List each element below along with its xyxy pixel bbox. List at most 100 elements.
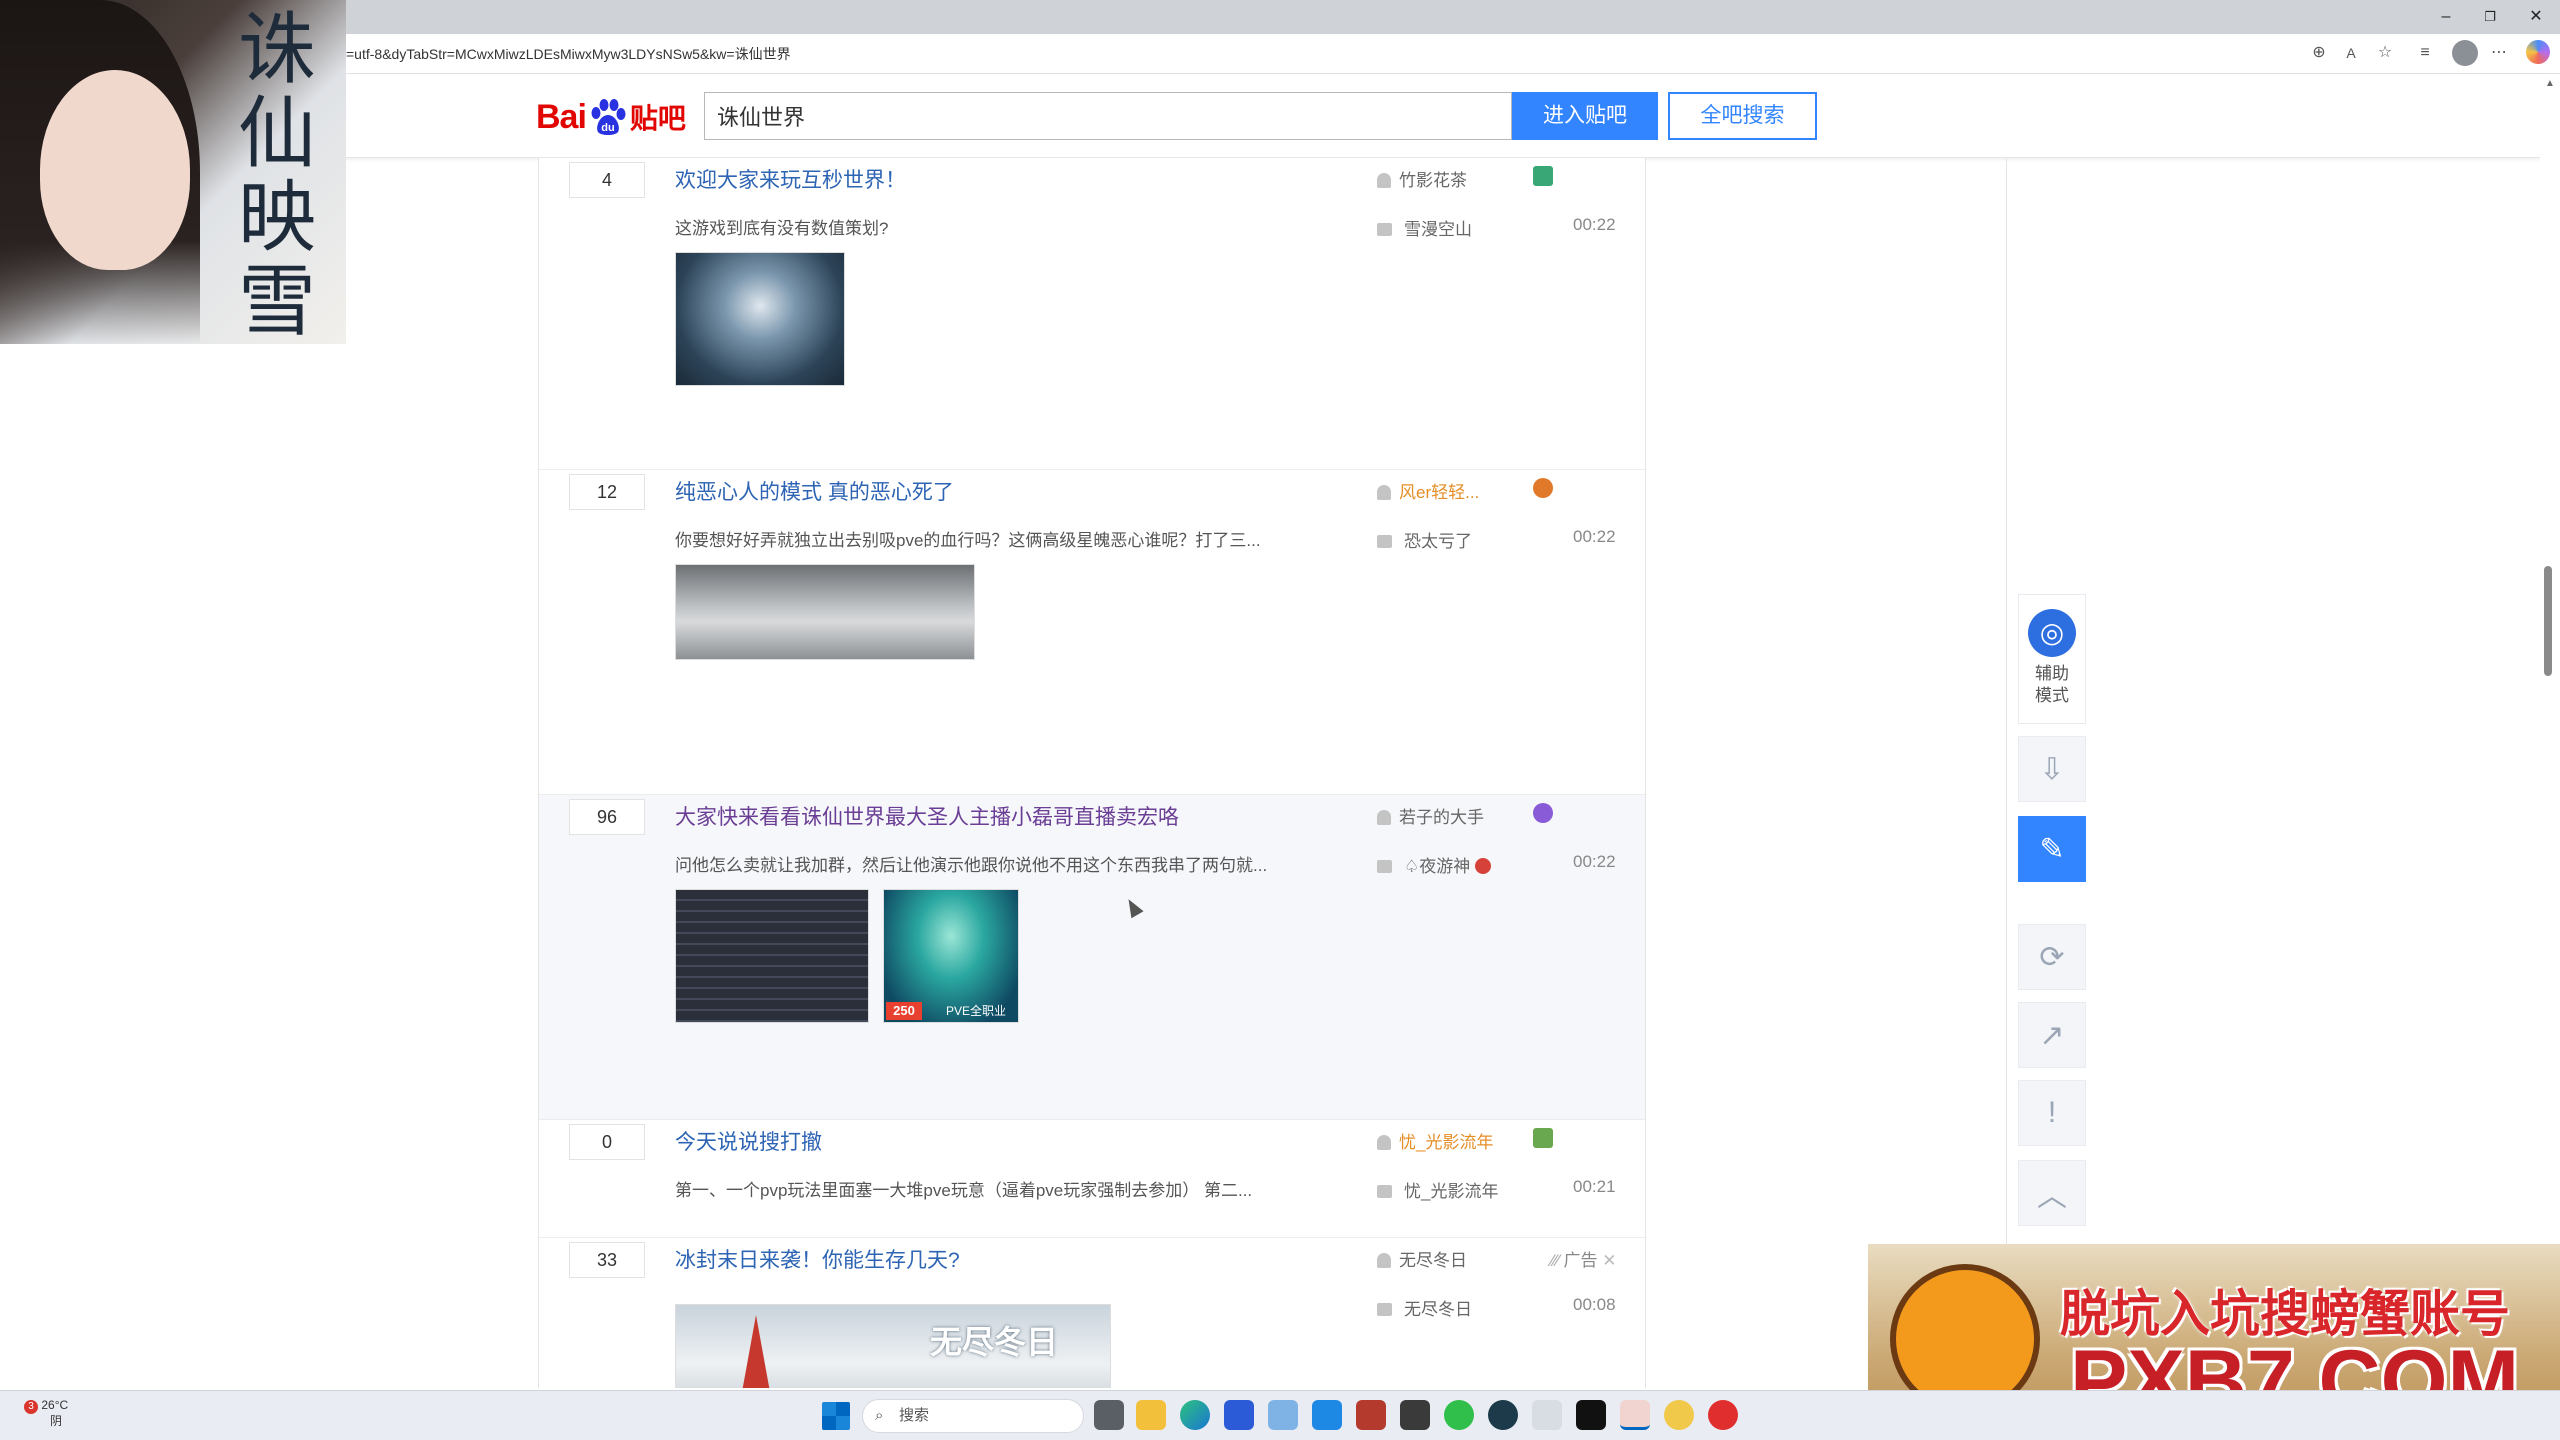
- app-icon[interactable]: [1312, 1400, 1342, 1430]
- thread-title[interactable]: 今天说说搜打撤: [675, 1126, 822, 1156]
- favorite-star-icon[interactable]: ☆: [2374, 42, 2396, 64]
- reply-bubble-icon: [1377, 223, 1392, 236]
- last-reply-user[interactable]: ♤夜游神: [1404, 857, 1470, 876]
- tiktok-icon[interactable]: [1576, 1400, 1606, 1430]
- store-icon[interactable]: [1224, 1400, 1254, 1430]
- wechat-icon[interactable]: [1444, 1400, 1474, 1430]
- ad-close-icon[interactable]: ✕: [1602, 1251, 1616, 1270]
- baidu-tieba-logo[interactable]: Bai du 贴吧: [536, 92, 686, 142]
- last-reply-user[interactable]: 无尽冬日: [1404, 1300, 1472, 1319]
- author-name[interactable]: 无尽冬日: [1399, 1251, 1467, 1270]
- task-view-icon[interactable]: [1094, 1400, 1124, 1430]
- file-explorer-icon[interactable]: [1136, 1400, 1166, 1430]
- ad-thumbnail[interactable]: 无尽冬日: [675, 1304, 1111, 1388]
- last-reply-user[interactable]: 雪漫空山: [1404, 220, 1472, 239]
- last-reply[interactable]: 无尽冬日: [1377, 1295, 1472, 1320]
- author-name[interactable]: 风er轻轻...: [1399, 483, 1479, 502]
- taskbar-search[interactable]: ⌕ 搜索: [862, 1399, 1084, 1433]
- last-reply[interactable]: 忧_光影流年: [1377, 1177, 1498, 1202]
- reply-bubble-icon: [1377, 535, 1392, 548]
- assist-mode-button[interactable]: ◎ 辅助 模式: [2018, 594, 2086, 724]
- read-aloud-icon[interactable]: A: [2340, 42, 2362, 64]
- capcut-icon[interactable]: [1400, 1400, 1430, 1430]
- thread-abstract: 第一、一个pvp玩法里面塞一大堆pve玩意（逼着pve玩家强制去参加） 第二..…: [675, 1181, 1253, 1200]
- search-all-button[interactable]: 全吧搜索: [1668, 92, 1817, 140]
- right-column-divider: [2006, 158, 2007, 1388]
- ad-marker-icon: ⁄⁄⁄: [1551, 1251, 1560, 1270]
- thread-thumbnail[interactable]: [675, 889, 869, 1023]
- voice-app-icon[interactable]: [1356, 1400, 1386, 1430]
- copilot-icon[interactable]: [2526, 40, 2550, 64]
- thread-author[interactable]: 若子的大手: [1377, 803, 1484, 828]
- report-button[interactable]: !: [2018, 1080, 2086, 1146]
- restore-button[interactable]: ❐: [2478, 6, 2502, 28]
- thread-item: 96 大家快来看看诛仙世界最大圣人主播小磊哥直播卖宏咯 若子的大手 问他怎么卖就…: [539, 795, 1645, 1120]
- scrollbar-thumb[interactable]: [2544, 566, 2552, 676]
- user-icon: [1377, 485, 1391, 500]
- author-name[interactable]: 竹影花茶: [1399, 171, 1467, 190]
- thread-item: 0 今天说说搜打撤 忧_光影流年 第一、一个pvp玩法里面塞一大堆pve玩意（逼…: [539, 1120, 1645, 1238]
- author-name[interactable]: 忧_光影流年: [1399, 1133, 1493, 1152]
- reply-count: 96: [569, 799, 645, 835]
- reply-count: 12: [569, 474, 645, 510]
- scroll-up-arrow-icon[interactable]: ▲: [2545, 78, 2555, 89]
- edit-icon: ✎: [2039, 832, 2065, 866]
- profile-avatar-icon[interactable]: [2452, 40, 2478, 66]
- last-reply-user[interactable]: 恐太亏了: [1404, 532, 1472, 551]
- weather-alert-badge: 3: [24, 1400, 38, 1414]
- thread-item: 4 欢迎大家来玩互秒世界！ 竹影花茶 这游戏到底有没有数值策划? 雪漫空山 00…: [539, 158, 1645, 470]
- game-ad-image[interactable]: 诛仙映雪: [0, 0, 346, 344]
- enter-tieba-button[interactable]: 进入贴吧: [1512, 92, 1658, 140]
- thread-author[interactable]: 无尽冬日: [1377, 1246, 1467, 1271]
- search-icon: ⌕: [875, 1407, 884, 1424]
- page-scrollbar[interactable]: [2540, 75, 2560, 1390]
- download-app-button[interactable]: ⇩: [2018, 736, 2086, 802]
- more-menu-icon[interactable]: ⋯: [2488, 42, 2510, 64]
- netease-music-icon[interactable]: [1708, 1400, 1738, 1430]
- thread-title[interactable]: 冰封末日来袭！你能生存几天?: [675, 1244, 960, 1274]
- thread-thumbnail[interactable]: [675, 564, 975, 660]
- game-app-icon[interactable]: [1532, 1400, 1562, 1430]
- zoom-icon[interactable]: ⊕: [2308, 42, 2330, 64]
- back-to-top-button[interactable]: ︿: [2018, 1160, 2086, 1226]
- thread-title[interactable]: 欢迎大家来玩互秒世界！: [675, 164, 906, 194]
- post-new-button[interactable]: ✎: [2018, 816, 2086, 882]
- thumb-badge: 250: [886, 1002, 922, 1020]
- user-badge-icon: [1533, 803, 1553, 823]
- last-reply[interactable]: ♤夜游神: [1377, 852, 1491, 877]
- last-reply[interactable]: 恐太亏了: [1377, 527, 1472, 552]
- thread-abstract: 问他怎么卖就让我加群，然后让他演示他跟你说他不用这个东西我串了两句就...: [675, 856, 1268, 875]
- minimize-button[interactable]: –: [2434, 6, 2458, 28]
- search-box[interactable]: [704, 92, 1512, 140]
- author-name[interactable]: 若子的大手: [1399, 808, 1484, 827]
- favorites-icon[interactable]: ≡: [2414, 42, 2436, 64]
- url-text[interactable]: =utf-8&dyTabStr=MCwxMiwzLDEsMiwxMyw3LDYs…: [346, 44, 791, 64]
- last-reply-time: 00:22: [1573, 527, 1616, 546]
- refresh-button[interactable]: ⟳: [2018, 924, 2086, 990]
- last-reply-user[interactable]: 忧_光影流年: [1404, 1182, 1498, 1201]
- phone-download-icon: ⇩: [2039, 752, 2065, 786]
- notepad-icon[interactable]: [1268, 1400, 1298, 1430]
- windows-start-icon[interactable]: [822, 1402, 850, 1430]
- thread-author[interactable]: 风er轻轻...: [1377, 478, 1479, 503]
- user-badge-icon: [1533, 1128, 1553, 1148]
- app-icon-2[interactable]: [1488, 1400, 1518, 1430]
- app-icon-3[interactable]: [1664, 1400, 1694, 1430]
- user-icon: [1377, 1135, 1391, 1150]
- search-input[interactable]: [705, 93, 1511, 139]
- refresh-icon: ⟳: [2039, 940, 2065, 974]
- assist-label-2: 模式: [2035, 686, 2069, 705]
- thread-title[interactable]: 纯恶心人的模式 真的恶心死了: [675, 476, 954, 506]
- edge-browser-icon[interactable]: [1180, 1400, 1210, 1430]
- last-reply[interactable]: 雪漫空山: [1377, 215, 1472, 240]
- thread-title[interactable]: 大家快来看看诛仙世界最大圣人主播小磊哥直播卖宏咯: [675, 801, 1179, 831]
- thread-author[interactable]: 忧_光影流年: [1377, 1128, 1493, 1153]
- qq-icon[interactable]: [1620, 1400, 1650, 1430]
- thread-thumbnail[interactable]: [675, 252, 845, 386]
- weather-widget[interactable]: 3 26°C 阴: [24, 1398, 68, 1428]
- close-button[interactable]: ✕: [2524, 6, 2548, 28]
- thread-author[interactable]: 竹影花茶: [1377, 166, 1467, 191]
- thread-thumbnail[interactable]: 250 PVE全职业: [883, 889, 1019, 1023]
- reply-count: 4: [569, 162, 645, 198]
- share-button[interactable]: ↗: [2018, 1002, 2086, 1068]
